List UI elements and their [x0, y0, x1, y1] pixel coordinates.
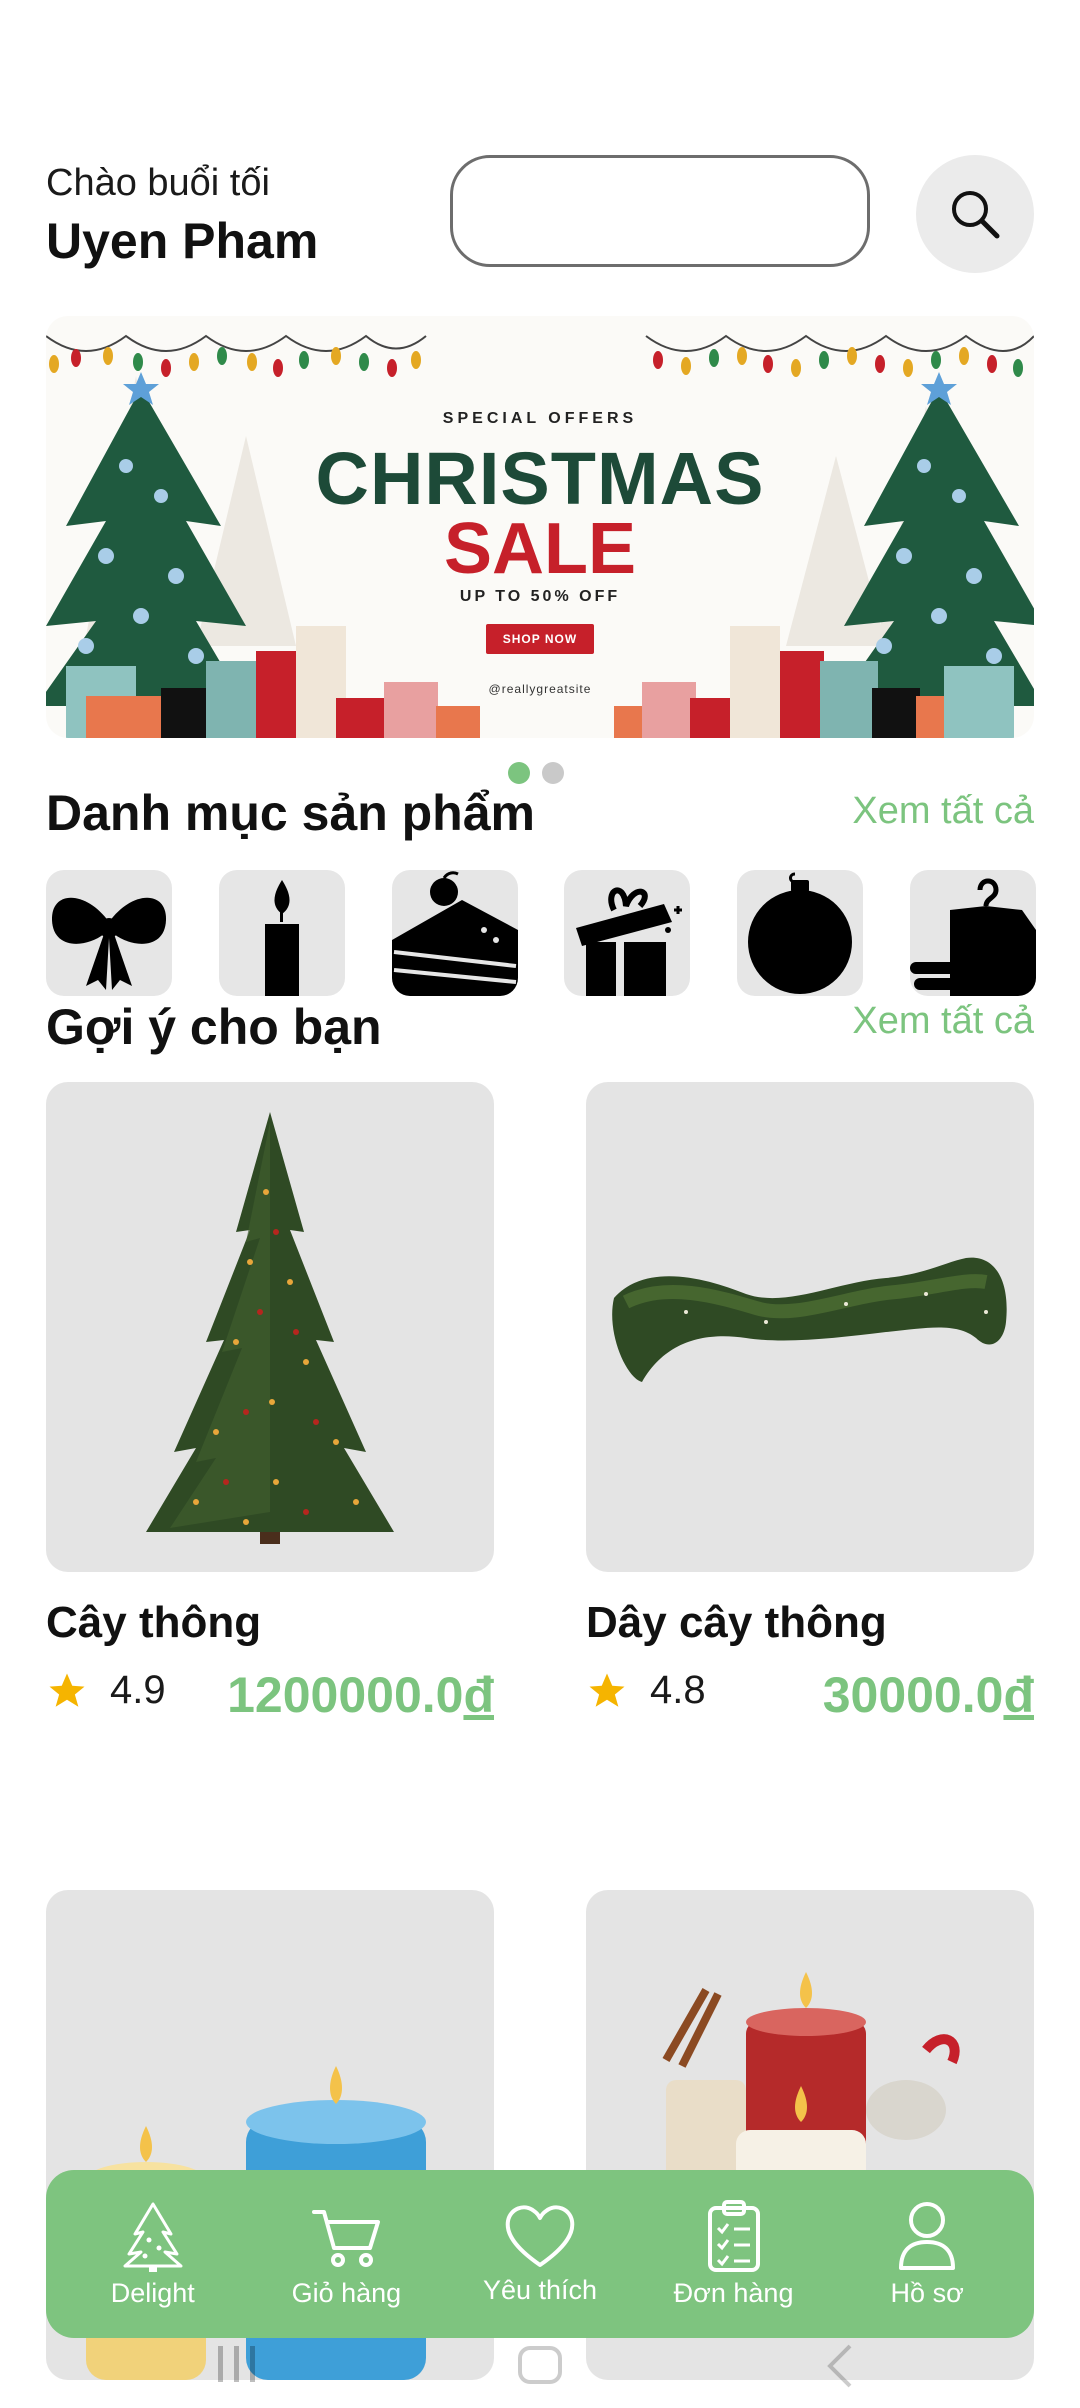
- category-gift[interactable]: [564, 870, 691, 996]
- star-icon: [49, 1673, 85, 1707]
- category-clothing[interactable]: [909, 870, 1036, 996]
- clothing-hanger-icon: [909, 878, 1036, 996]
- christmas-tree-image: [46, 1082, 494, 1572]
- product-rating: 4.9: [110, 1668, 166, 1712]
- currency-symbol: đ: [463, 1667, 494, 1723]
- gift-box-icon: [576, 887, 683, 996]
- category-candle[interactable]: [218, 870, 345, 996]
- nav-item-profile[interactable]: Hồ sơ: [837, 2200, 1017, 2309]
- nav-label: Giỏ hàng: [291, 2277, 402, 2308]
- banner-subtitle: SPECIAL OFFERS: [442, 410, 638, 427]
- ornament-ball-icon: [748, 872, 853, 994]
- bow-icon: [51, 897, 167, 990]
- product-meta: 4.8 30000.0đ: [586, 1662, 1034, 1724]
- search-input[interactable]: [450, 155, 870, 267]
- categories-title: Danh mục sản phẩm: [46, 785, 535, 841]
- user-name: Uyen Pham: [46, 213, 319, 269]
- nav-label: Hồ sơ: [890, 2277, 964, 2308]
- cart-icon: [312, 2209, 381, 2267]
- category-ornament[interactable]: [737, 870, 864, 996]
- product-card[interactable]: Cây thông 4.9 1200000.0đ: [46, 1082, 494, 1724]
- star-icon: [589, 1673, 625, 1707]
- product-name: Dây cây thông: [586, 1598, 887, 1647]
- carousel-dot-active[interactable]: [508, 762, 530, 784]
- category-cake[interactable]: [391, 870, 518, 996]
- banner-site: @reallygreatsite: [488, 682, 592, 696]
- product-meta: 4.9 1200000.0đ: [46, 1662, 494, 1724]
- nav-label: Delight: [110, 2277, 195, 2308]
- heart-icon: [505, 2204, 575, 2267]
- nav-item-favorites[interactable]: Yêu thích: [450, 2203, 630, 2306]
- home-icon[interactable]: [518, 2346, 562, 2384]
- cake-icon: [391, 871, 518, 996]
- nav-item-cart[interactable]: Giỏ hàng: [256, 2200, 436, 2309]
- nav-label: Yêu thích: [482, 2274, 598, 2305]
- promo-banner[interactable]: SPECIAL OFFERS CHRISTMAS SALE UP TO 50% …: [46, 316, 1034, 738]
- system-nav-bar: [0, 2338, 1080, 2408]
- pine-garland-image: [586, 1082, 1034, 1572]
- product-card[interactable]: Dây cây thông 4.8 30000.0đ: [586, 1082, 1034, 1724]
- search-button[interactable]: [916, 155, 1034, 273]
- product-rating: 4.8: [650, 1668, 706, 1712]
- user-icon: [899, 2201, 956, 2270]
- tree-icon: [123, 2202, 183, 2272]
- nav-item-orders[interactable]: Đơn hàng: [644, 2199, 824, 2309]
- candle-icon: [264, 880, 299, 996]
- nav-item-delight[interactable]: Delight: [63, 2200, 243, 2309]
- banner-discount: UP TO 50% OFF: [459, 588, 621, 605]
- bottom-nav: Delight Giỏ hàng Yêu thích Đơn hàng Hồ s…: [46, 2170, 1034, 2338]
- clipboard-icon: [707, 2199, 760, 2272]
- product-price: 1200000.0đ: [227, 1666, 494, 1724]
- category-list: [46, 870, 1036, 998]
- carousel-dot[interactable]: [542, 762, 564, 784]
- price-value: 30000.0: [822, 1667, 1004, 1723]
- price-value: 1200000.0: [227, 1667, 464, 1723]
- product-price: 30000.0đ: [823, 1666, 1034, 1724]
- suggestions-see-all-link[interactable]: Xem tất cả: [852, 1000, 1034, 1043]
- header: Chào buổi tối Uyen Pham: [46, 150, 1036, 280]
- banner-sale: SALE: [443, 509, 637, 589]
- suggestions-title: Gợi ý cho bạn: [46, 999, 382, 1055]
- carousel-indicator: [508, 762, 564, 784]
- search-icon: [952, 191, 1000, 239]
- shop-now-button[interactable]: SHOP NOW: [486, 624, 594, 654]
- product-name: Cây thông: [46, 1598, 262, 1647]
- category-bow[interactable]: [46, 870, 172, 996]
- nav-label: Đơn hàng: [673, 2277, 794, 2308]
- greeting-text: Chào buổi tối: [46, 162, 270, 204]
- back-icon[interactable]: [827, 2344, 852, 2388]
- recent-apps-icon[interactable]: [218, 2346, 255, 2382]
- currency-symbol: đ: [1003, 1667, 1034, 1723]
- banner-text: SPECIAL OFFERS CHRISTMAS SALE UP TO 50% …: [46, 316, 1034, 738]
- categories-see-all-link[interactable]: Xem tất cả: [852, 790, 1034, 833]
